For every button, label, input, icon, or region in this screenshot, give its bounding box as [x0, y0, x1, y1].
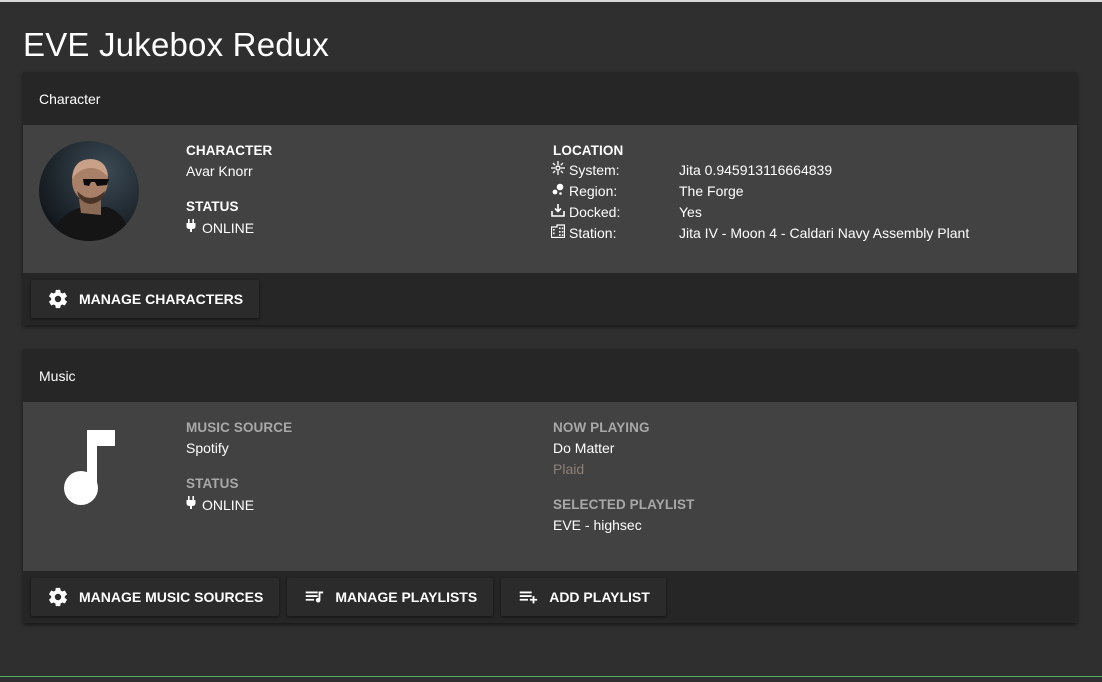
selected-playlist-label: SELECTED PLAYLIST [553, 497, 695, 512]
track-artist: Plaid [553, 461, 585, 477]
location-value-station: Jita IV - Moon 4 - Caldari Navy Assembly… [679, 224, 970, 241]
character-avatar [39, 141, 139, 241]
music-source-label: MUSIC SOURCE [186, 420, 293, 435]
character-status-label: STATUS [186, 199, 239, 214]
manage-characters-button[interactable]: MANAGE CHARACTERS [31, 280, 260, 318]
character-status: ONLINE [186, 219, 272, 237]
manage-music-sources-label: MANAGE MUSIC SOURCES [79, 589, 264, 605]
character-name: Avar Knorr [186, 163, 253, 179]
location-row-station: Station: Jita IV - Moon 4 - Caldari Navy… [550, 222, 970, 243]
music-card: Music MUSIC SOURCE Spotify STATUS ONLINE… [23, 349, 1077, 623]
character-card: Character CHARACTER Avar Knorr STATUS ON… [23, 72, 1077, 325]
music-status-label: STATUS [186, 476, 239, 491]
location-row-docked: Docked: Yes [551, 201, 969, 222]
playlist-music-icon [303, 586, 325, 608]
music-card-title: Music [39, 367, 76, 384]
location-row-system: System: Jita 0.945913116664839 [551, 159, 969, 180]
manage-characters-label: MANAGE CHARACTERS [79, 291, 244, 307]
location-key-system: System: [569, 161, 620, 178]
location-label: LOCATION [553, 143, 624, 158]
music-status: ONLINE [186, 496, 292, 514]
character-label: CHARACTER [186, 143, 273, 158]
music-card-actions: MANAGE MUSIC SOURCES MANAGE PLAYLISTS AD… [23, 571, 1077, 623]
star-icon [551, 161, 565, 178]
now-playing-info: NOW PLAYING Do Matter Plaid SELECTED PLA… [553, 420, 694, 533]
location-info: LOCATION System: Jita 0.945913116664839 … [550, 143, 970, 243]
manage-playlists-label: MANAGE PLAYLISTS [335, 589, 478, 605]
music-note-icon [63, 430, 115, 511]
tray-download-icon [551, 203, 565, 220]
music-card-header: Music [23, 349, 1077, 402]
location-value-docked: Yes [679, 203, 702, 220]
add-playlist-button[interactable]: ADD PLAYLIST [501, 578, 666, 616]
music-source-value: Spotify [186, 440, 229, 456]
character-card-title: Character [39, 90, 101, 107]
character-card-body: CHARACTER Avar Knorr STATUS ONLINE LOCAT… [23, 125, 1077, 273]
playlist-plus-icon [517, 586, 539, 608]
selected-playlist-value: EVE - highsec [553, 517, 642, 533]
character-info: CHARACTER Avar Knorr STATUS ONLINE [186, 143, 272, 237]
gear-icon [47, 288, 69, 310]
office-building-icon [550, 224, 566, 241]
add-playlist-label: ADD PLAYLIST [549, 589, 650, 605]
power-plug-icon [186, 219, 196, 237]
gear-icon [47, 586, 69, 608]
app-title: EVE Jukebox Redux [23, 26, 330, 63]
character-status-value: ONLINE [202, 220, 255, 236]
location-row-region: Region: The Forge [551, 180, 969, 201]
now-playing-label: NOW PLAYING [553, 420, 650, 435]
character-card-actions: MANAGE CHARACTERS [23, 273, 1077, 325]
manage-playlists-button[interactable]: MANAGE PLAYLISTS [287, 578, 494, 616]
map-marker-group-icon [551, 182, 565, 199]
location-value-region: The Forge [679, 182, 744, 199]
location-key-docked: Docked: [569, 203, 621, 220]
manage-music-sources-button[interactable]: MANAGE MUSIC SOURCES [31, 578, 280, 616]
character-card-header: Character [23, 72, 1077, 125]
location-key-station: Station: [569, 224, 617, 241]
location-value-system: Jita 0.945913116664839 [679, 161, 833, 178]
power-plug-icon [186, 496, 196, 514]
music-card-body: MUSIC SOURCE Spotify STATUS ONLINE NOW P… [23, 402, 1077, 571]
music-status-value: ONLINE [202, 497, 255, 513]
location-key-region: Region: [569, 182, 618, 199]
footer-strip [0, 676, 1102, 682]
music-source-info: MUSIC SOURCE Spotify STATUS ONLINE [186, 420, 292, 514]
track-title: Do Matter [553, 440, 615, 456]
